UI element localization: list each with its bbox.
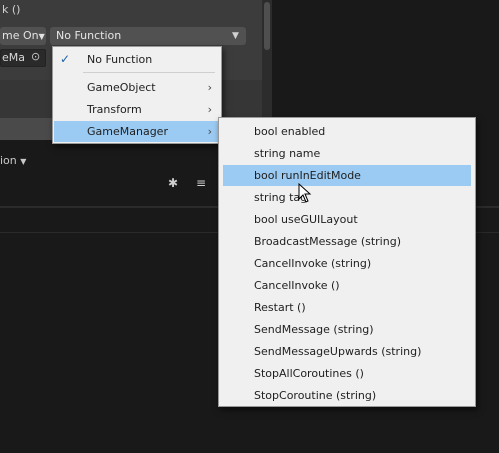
function-popup-menu: ✓ No Function GameObject › Transform › G…	[52, 46, 222, 144]
submenu-item-label: bool enabled	[254, 125, 326, 138]
menu-item-label: Transform	[87, 103, 142, 116]
menu-item-no-function[interactable]: ✓ No Function	[54, 49, 220, 70]
target-icon[interactable]: ⊙	[31, 51, 43, 63]
event-header: k ()	[2, 3, 21, 16]
scrollbar-thumb[interactable]	[264, 2, 270, 50]
submenu-item-label: CancelInvoke ()	[254, 279, 340, 292]
menu-item-transform[interactable]: Transform ›	[54, 99, 220, 120]
submenu-item-string-tag[interactable]: string tag	[223, 187, 471, 208]
submenu-item-sendmessageupwards[interactable]: SendMessageUpwards (string)	[223, 341, 471, 362]
function-dropdown-value: No Function	[56, 29, 122, 42]
triangle-down-icon: ▼	[232, 31, 239, 41]
submenu-item-label: string name	[254, 147, 321, 160]
menu-item-label: GameManager	[87, 125, 168, 138]
submenu-item-label: CancelInvoke (string)	[254, 257, 372, 270]
menu-item-label: GameObject	[87, 81, 156, 94]
triangle-down-icon: ▼	[20, 157, 27, 166]
submenu-item-bool-useguilayout[interactable]: bool useGUILayout	[223, 209, 471, 230]
submenu-item-bool-runineditmode[interactable]: bool runInEditMode	[223, 165, 471, 186]
cursor-icon	[298, 183, 312, 203]
runtime-dropdown[interactable]: me On▼	[0, 27, 46, 45]
menu-separator	[83, 72, 215, 73]
submenu-item-label: SendMessage (string)	[254, 323, 374, 336]
chevron-right-icon: ›	[207, 103, 212, 116]
runtime-dropdown-value: me On	[2, 29, 39, 42]
menu-item-gamemanager[interactable]: GameManager ›	[54, 121, 220, 142]
chevron-right-icon: ›	[207, 125, 212, 138]
layers-icon[interactable]: ≡	[196, 176, 210, 190]
triangle-down-icon: ▼	[38, 32, 45, 41]
object-field-value: eMa	[2, 51, 25, 64]
submenu-item-stopcoroutine[interactable]: StopCoroutine (string)	[223, 385, 471, 406]
submenu-item-restart[interactable]: Restart ()	[223, 297, 471, 318]
foldout-label-text: ion	[0, 154, 17, 167]
submenu-item-cancelinvoke[interactable]: CancelInvoke ()	[223, 275, 471, 296]
submenu-item-sendmessage[interactable]: SendMessage (string)	[223, 319, 471, 340]
submenu-item-cancelinvoke-string[interactable]: CancelInvoke (string)	[223, 253, 471, 274]
gamemanager-submenu: bool enabled string name bool runInEditM…	[218, 117, 476, 407]
menu-item-gameobject[interactable]: GameObject ›	[54, 77, 220, 98]
function-dropdown[interactable]: No Function	[50, 27, 246, 45]
submenu-item-string-name[interactable]: string name	[223, 143, 471, 164]
submenu-item-label: bool useGUILayout	[254, 213, 358, 226]
chevron-right-icon: ›	[207, 81, 212, 94]
submenu-item-label: StopCoroutine (string)	[254, 389, 377, 402]
foldout-label[interactable]: ion ▼	[0, 154, 26, 167]
submenu-item-stopallcoroutines[interactable]: StopAllCoroutines ()	[223, 363, 471, 384]
submenu-item-label: StopAllCoroutines ()	[254, 367, 364, 380]
submenu-item-label: SendMessageUpwards (string)	[254, 345, 422, 358]
checkmark-icon: ✓	[60, 52, 71, 66]
menu-item-label: No Function	[87, 53, 153, 66]
bug-icon[interactable]: ✱	[168, 176, 182, 190]
submenu-item-label: BroadcastMessage (string)	[254, 235, 401, 248]
submenu-item-label: Restart ()	[254, 301, 306, 314]
submenu-item-bool-enabled[interactable]: bool enabled	[223, 121, 471, 142]
submenu-item-broadcastmessage[interactable]: BroadcastMessage (string)	[223, 231, 471, 252]
